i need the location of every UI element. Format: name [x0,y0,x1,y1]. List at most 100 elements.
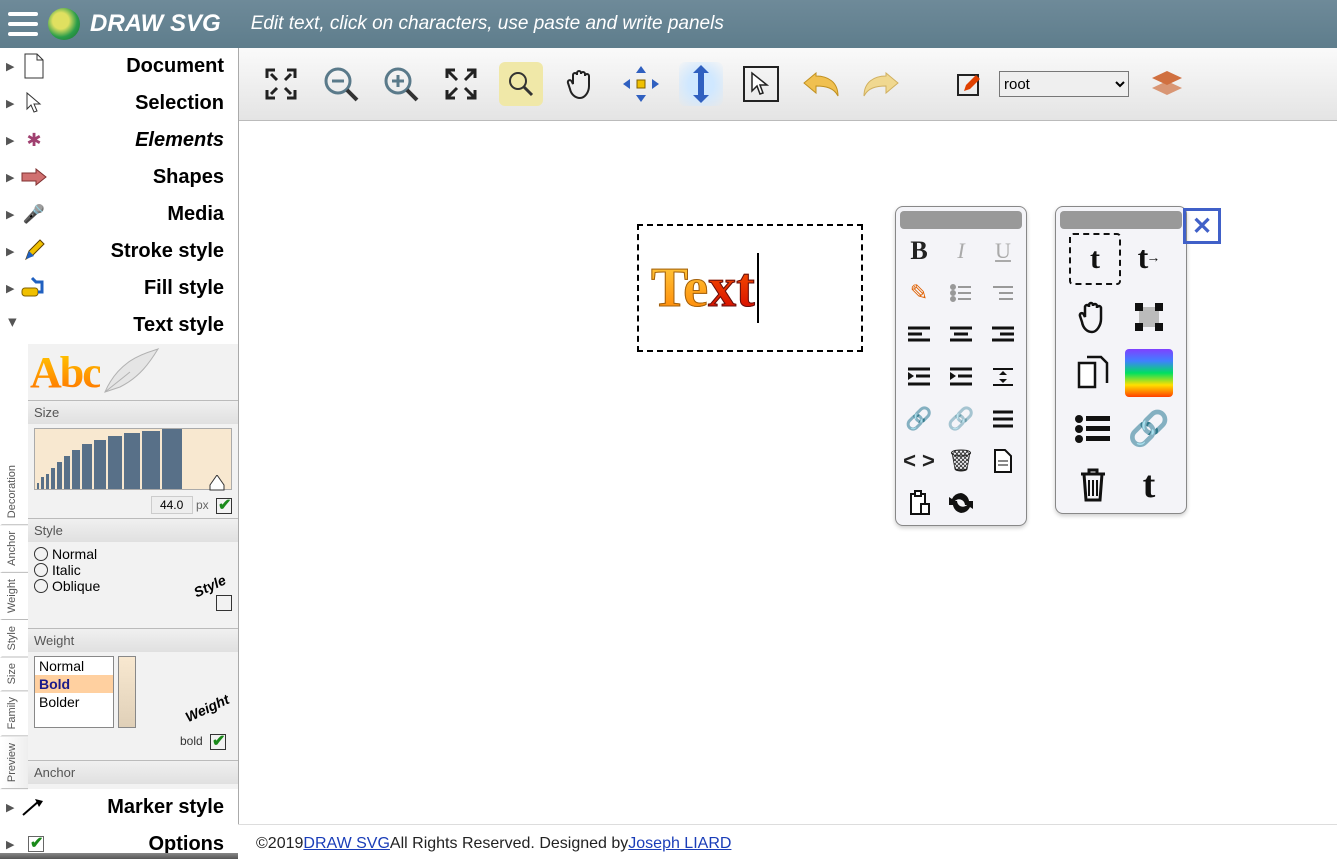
footer-brand-link[interactable]: DRAW SVG [303,835,390,853]
zoom-in-button[interactable] [379,62,423,106]
unlink-button[interactable]: 🔗 [943,401,979,437]
logo-icon [48,8,80,40]
paste-button[interactable] [901,485,937,521]
menu-elements[interactable]: ▶✱Elements [0,122,238,159]
trash-button[interactable]: 🗑 [943,443,979,479]
sidebar-resize-handle[interactable] [0,853,238,859]
copy-button[interactable] [1069,349,1117,397]
zoom-reset-button[interactable] [439,62,483,106]
app-title: DRAW SVG [90,10,221,38]
list-indent-button[interactable] [985,275,1021,311]
close-panel-button[interactable]: ✕ [1183,208,1221,244]
menu-document[interactable]: ▶Document [0,48,238,85]
size-input[interactable] [151,496,193,514]
menu-selection[interactable]: ▶Selection [0,85,238,122]
menu-text-style[interactable]: ▶Text style [0,307,238,344]
feather-icon [100,347,160,397]
link-button[interactable]: 🔗 [901,401,937,437]
size-handle-icon[interactable] [209,475,225,491]
edit-pencil-button[interactable]: ✎ [901,275,937,311]
tab-preview[interactable]: Preview [0,737,28,789]
pencil-icon [20,237,48,265]
refresh-button[interactable] [943,485,979,521]
text-style-tabs: Preview Family Size Style Weight Anchor … [0,344,29,789]
root-select[interactable]: root [999,71,1129,97]
menu-media[interactable]: ▶🎤Media [0,196,238,233]
zoom-window-button[interactable] [499,62,543,106]
undo-button[interactable] [799,62,843,106]
move-button[interactable] [619,62,663,106]
anchor-start[interactable]: Start [34,788,232,789]
align-right-button[interactable] [985,317,1021,353]
hand-button[interactable] [1069,293,1117,341]
tumblr-button[interactable]: t [1125,461,1173,509]
select-cursor-button[interactable] [739,62,783,106]
menu-icon[interactable] [8,12,38,36]
underline-button[interactable]: U [985,233,1021,269]
tab-size[interactable]: Size [0,657,28,691]
layers-button[interactable] [1145,62,1189,106]
size-apply-checkbox[interactable] [216,498,232,514]
stretch-vertical-button[interactable] [679,62,723,106]
document-icon [20,52,48,80]
panel-drag-handle[interactable] [900,211,1022,229]
align-center-button[interactable] [943,317,979,353]
text-box-button[interactable]: t [1069,233,1121,285]
pan-button[interactable] [559,62,603,106]
line-spacing-button[interactable] [985,359,1021,395]
text-object[interactable]: Text [637,224,863,352]
tab-decoration[interactable]: Decoration [0,459,28,525]
style-normal[interactable]: Normal [34,546,232,562]
weight-section: Weight Normal Bold Bolder Weight bold [28,628,238,760]
write-panel[interactable]: t t→ 🔗 t [1055,206,1187,514]
zoom-out-button[interactable] [319,62,363,106]
tab-family[interactable]: Family [0,691,28,736]
trash2-button[interactable] [1069,461,1117,509]
text-style-panel: Preview Family Size Style Weight Anchor … [0,344,238,789]
link2-button[interactable]: 🔗 [1125,405,1173,453]
code-button[interactable]: < > [901,443,937,479]
tab-anchor[interactable]: Anchor [0,525,28,573]
cursor-icon [20,89,48,117]
weight-scrollbar[interactable] [118,656,136,728]
edit-button[interactable] [955,62,983,106]
mic-icon: 🎤 [20,200,48,228]
tab-style[interactable]: Style [0,620,28,657]
style-italic[interactable]: Italic [34,562,232,578]
document-button[interactable] [985,443,1021,479]
style-section: Style Normal Italic Oblique Style [28,518,238,628]
italic-button[interactable]: I [943,233,979,269]
menu-shapes[interactable]: ▶Shapes [0,159,238,196]
size-slider[interactable] [34,428,232,490]
text-preview: Abc [28,344,238,400]
weight-apply-checkbox[interactable] [210,734,226,750]
menu-fill-style[interactable]: ▶Fill style [0,270,238,307]
menu-stroke-style[interactable]: ▶Stroke style [0,233,238,270]
list-bullets-button[interactable] [943,275,979,311]
color-button[interactable] [1125,349,1173,397]
arrow-shape-icon [20,163,48,191]
style-apply-checkbox[interactable] [216,595,232,611]
list-button[interactable] [1069,405,1117,453]
marker-icon [20,793,48,821]
outdent-button[interactable] [901,359,937,395]
redo-button[interactable] [859,62,903,106]
align-left-button[interactable] [901,317,937,353]
fit-screen-button[interactable] [259,62,303,106]
footer: ©2019 DRAW SVG All Rights Reserved. Desi… [238,824,1337,863]
panel-drag-handle[interactable] [1060,211,1182,229]
main-toolbar: root [239,48,1337,121]
size-section: Size px [28,400,238,518]
menu-marker-style[interactable]: ▶Marker style [0,789,238,826]
anchor-section: Anchor Start [28,760,238,789]
crop-button[interactable] [1125,293,1173,341]
tab-weight[interactable]: Weight [0,573,28,620]
weight-list[interactable]: Normal Bold Bolder [34,656,114,728]
bold-button[interactable]: B [901,233,937,269]
indent-button[interactable] [943,359,979,395]
line-spacing2-button[interactable] [985,401,1021,437]
text-edit-panel[interactable]: B I U ✎ 🔗 🔗 < > 🗑 [895,206,1027,526]
title-bar: DRAW SVG Edit text, click on characters,… [0,0,1337,48]
footer-author-link[interactable]: Joseph LIARD [628,835,731,853]
text-flow-button[interactable]: t→ [1125,233,1173,281]
